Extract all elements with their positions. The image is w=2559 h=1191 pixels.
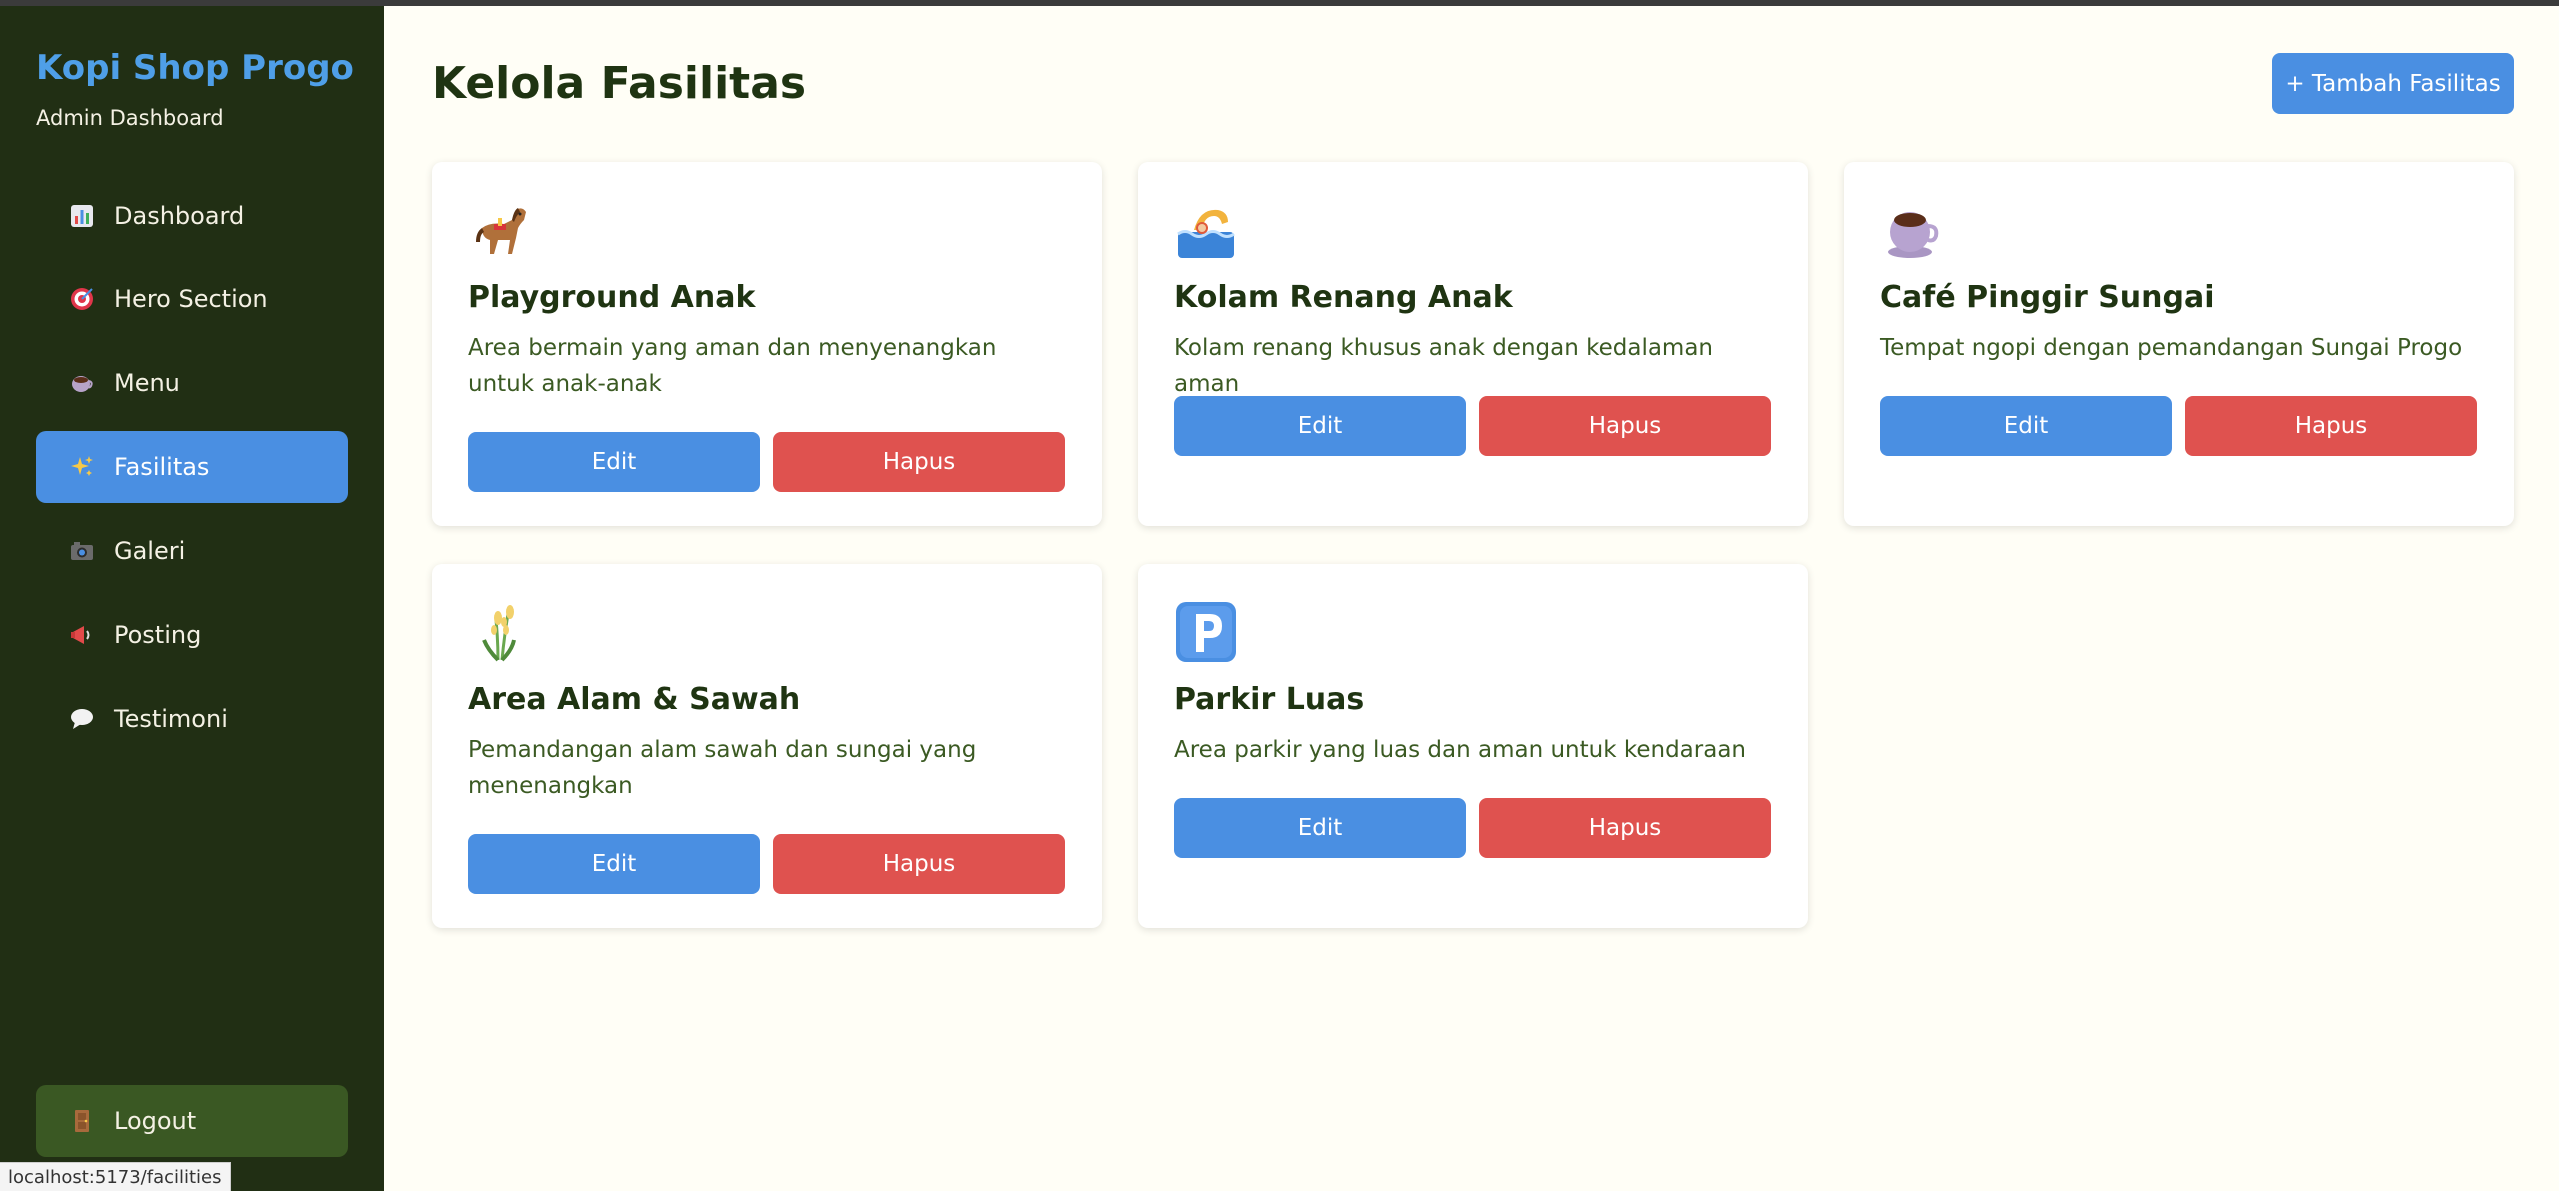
facility-description: Kolam renang khusus anak dengan kedalama… xyxy=(1174,335,1714,397)
sidebar-item-galeri[interactable]: Galeri xyxy=(36,515,348,587)
sidebar: Kopi Shop Progo Admin Dashboard Dashboar… xyxy=(0,6,384,1191)
rice-plant-icon xyxy=(468,600,532,664)
brand-subtitle: Admin Dashboard xyxy=(36,106,224,130)
sidebar-item-menu[interactable]: Menu xyxy=(36,347,348,419)
logout-label: Logout xyxy=(114,1107,197,1135)
sidebar-item-label: Fasilitas xyxy=(114,453,210,481)
brand-title[interactable]: Kopi Shop Progo xyxy=(36,48,354,88)
page-title: Kelola Fasilitas xyxy=(432,58,807,109)
delete-button[interactable]: Hapus xyxy=(773,432,1065,492)
edit-button[interactable]: Edit xyxy=(468,432,760,492)
sidebar-item-label: Hero Section xyxy=(114,285,268,313)
facility-name: Playground Anak xyxy=(468,280,756,315)
sidebar-item-label: Testimoni xyxy=(114,705,228,733)
facility-description: Tempat ngopi dengan pemandangan Sungai P… xyxy=(1880,335,2463,361)
speech-bubble-icon xyxy=(62,707,102,731)
logout-button[interactable]: Logout xyxy=(36,1085,348,1157)
sidebar-item-fasilitas[interactable]: Fasilitas xyxy=(36,431,348,503)
facility-description: Pemandangan alam sawah dan sungai yang m… xyxy=(468,737,977,799)
facility-card: Café Pinggir Sungai Tempat ngopi dengan … xyxy=(1844,162,2514,526)
delete-button[interactable]: Hapus xyxy=(1479,396,1771,456)
facility-name: Kolam Renang Anak xyxy=(1174,280,1513,315)
edit-button[interactable]: Edit xyxy=(468,834,760,894)
delete-button[interactable]: Hapus xyxy=(2185,396,2477,456)
facility-card: Area Alam & Sawah Pemandangan alam sawah… xyxy=(432,564,1102,928)
horse-icon xyxy=(468,198,532,262)
add-facility-button[interactable]: + Tambah Fasilitas xyxy=(2272,53,2514,114)
swimmer-icon xyxy=(1174,198,1238,262)
camera-icon xyxy=(62,539,102,563)
sidebar-item-label: Posting xyxy=(114,621,202,649)
parking-icon xyxy=(1174,600,1238,664)
sidebar-item-hero-section[interactable]: Hero Section xyxy=(36,263,348,335)
facility-card: Kolam Renang Anak Kolam renang khusus an… xyxy=(1138,162,1808,526)
facility-card: Playground Anak Area bermain yang aman d… xyxy=(432,162,1102,526)
status-bar-url: localhost:5173/facilities xyxy=(0,1162,231,1191)
facility-name: Parkir Luas xyxy=(1174,682,1365,717)
facility-description: Area bermain yang aman dan menyenangkan … xyxy=(468,335,997,397)
edit-button[interactable]: Edit xyxy=(1880,396,2172,456)
target-icon xyxy=(62,287,102,311)
coffee-cup-icon xyxy=(1880,198,1944,262)
facility-description: Area parkir yang luas dan aman untuk ken… xyxy=(1174,737,1747,763)
coffee-cup-icon xyxy=(62,371,102,395)
edit-button[interactable]: Edit xyxy=(1174,798,1466,858)
sparkles-icon xyxy=(62,455,102,479)
sidebar-item-posting[interactable]: Posting xyxy=(36,599,348,671)
sidebar-item-testimoni[interactable]: Testimoni xyxy=(36,683,348,755)
delete-button[interactable]: Hapus xyxy=(773,834,1065,894)
edit-button[interactable]: Edit xyxy=(1174,396,1466,456)
bar-chart-icon xyxy=(62,204,102,228)
sidebar-item-label: Menu xyxy=(114,369,180,397)
facility-name: Café Pinggir Sungai xyxy=(1880,280,2215,315)
facility-card: Parkir Luas Area parkir yang luas dan am… xyxy=(1138,564,1808,928)
sidebar-item-label: Galeri xyxy=(114,537,186,565)
delete-button[interactable]: Hapus xyxy=(1479,798,1771,858)
sidebar-item-label: Dashboard xyxy=(114,202,245,230)
megaphone-icon xyxy=(62,623,102,647)
door-icon xyxy=(62,1109,102,1133)
facility-name: Area Alam & Sawah xyxy=(468,682,801,717)
sidebar-item-dashboard[interactable]: Dashboard xyxy=(36,180,348,252)
